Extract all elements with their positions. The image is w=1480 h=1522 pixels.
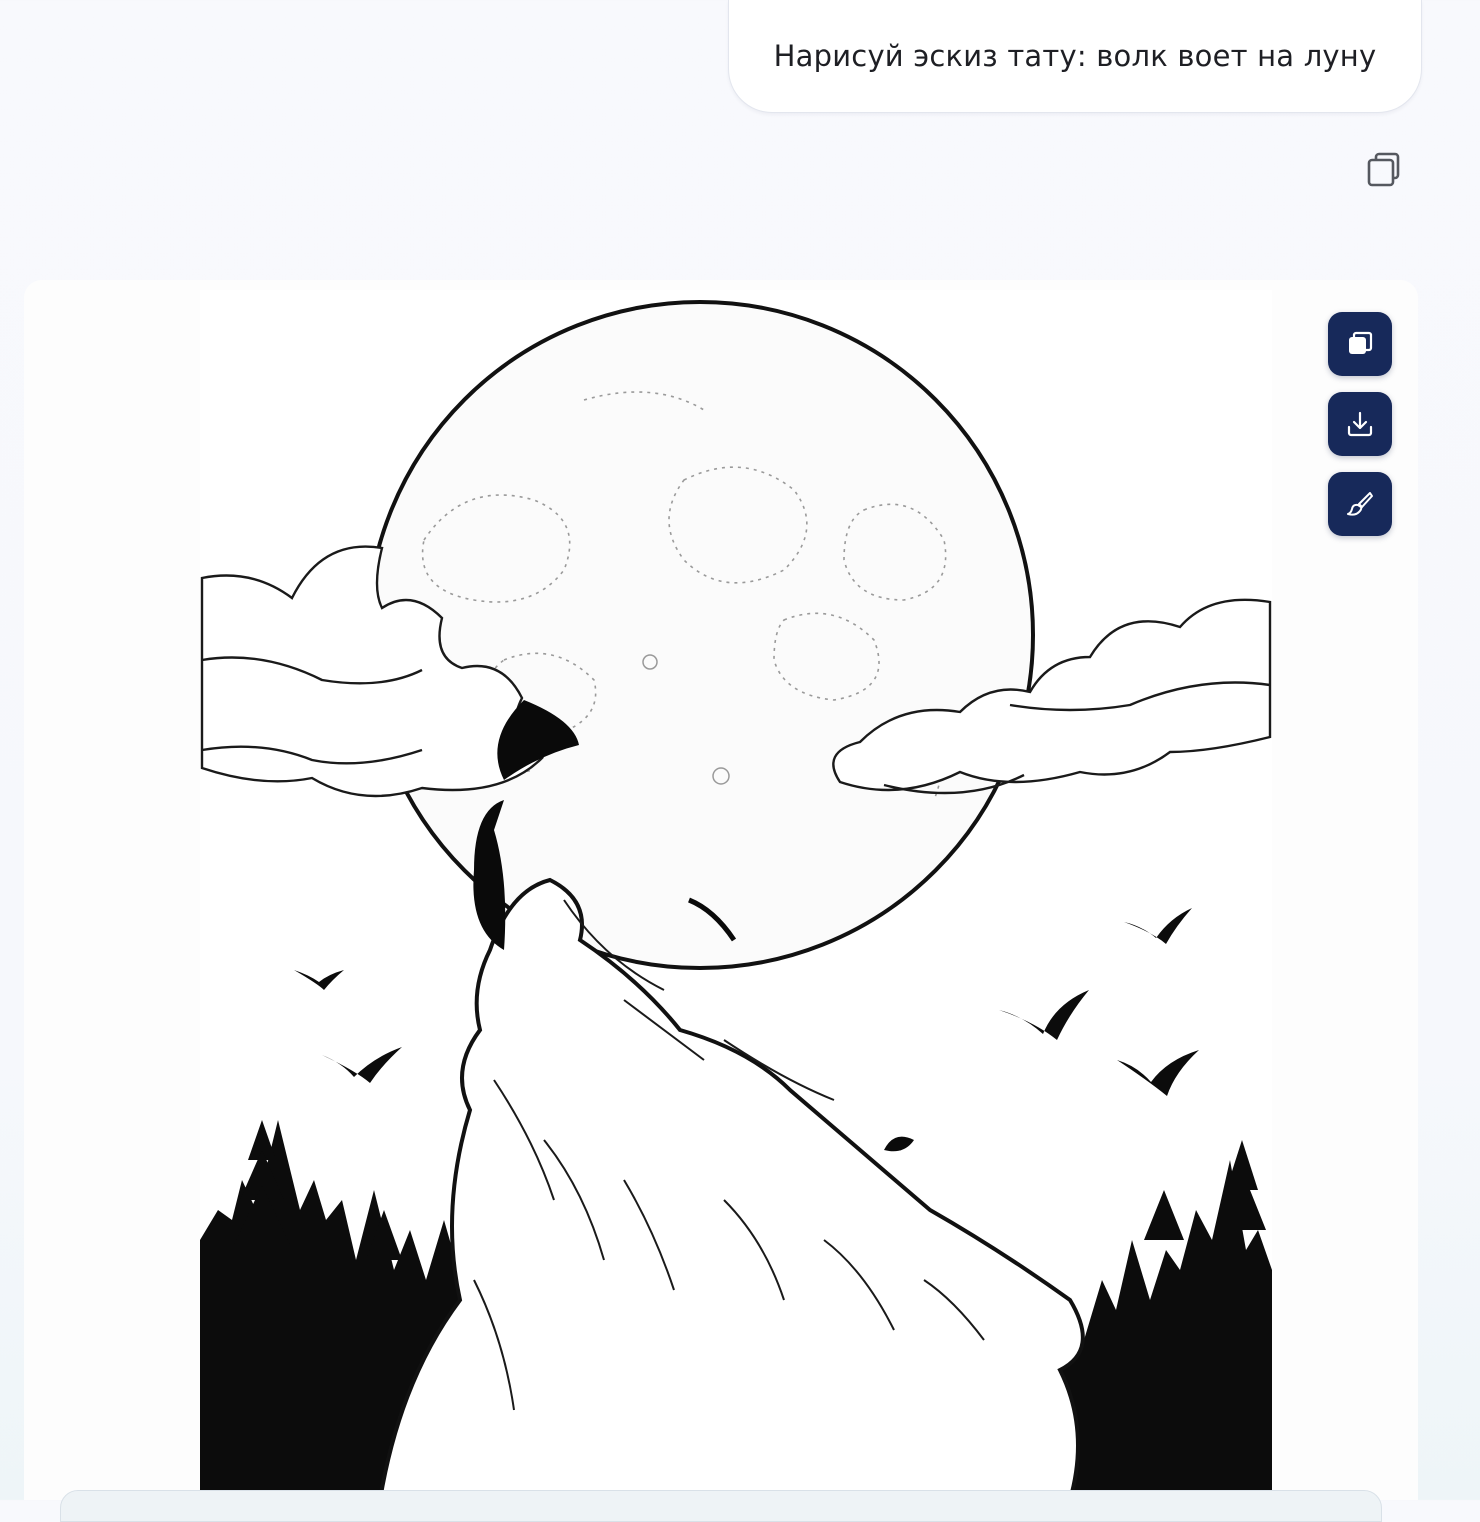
generated-image-card bbox=[24, 280, 1418, 1500]
generated-tattoo-sketch[interactable] bbox=[24, 280, 1418, 1500]
copy-icon bbox=[1349, 331, 1373, 354]
brush-icon bbox=[1347, 492, 1373, 516]
copy-image-button[interactable] bbox=[1328, 312, 1392, 376]
edit-image-button[interactable] bbox=[1328, 472, 1392, 536]
user-message-text: Нарисуй эскиз тату: волк воет на луну bbox=[773, 39, 1377, 73]
moon bbox=[365, 300, 1035, 970]
user-message-bubble: Нарисуй эскиз тату: волк воет на луну bbox=[728, 0, 1422, 113]
copy-message-button[interactable] bbox=[1360, 146, 1408, 194]
download-icon bbox=[1347, 411, 1373, 437]
image-actions bbox=[1328, 312, 1392, 536]
bottom-input-panel bbox=[60, 1490, 1382, 1522]
download-image-button[interactable] bbox=[1328, 392, 1392, 456]
copy-icon bbox=[1367, 152, 1400, 187]
